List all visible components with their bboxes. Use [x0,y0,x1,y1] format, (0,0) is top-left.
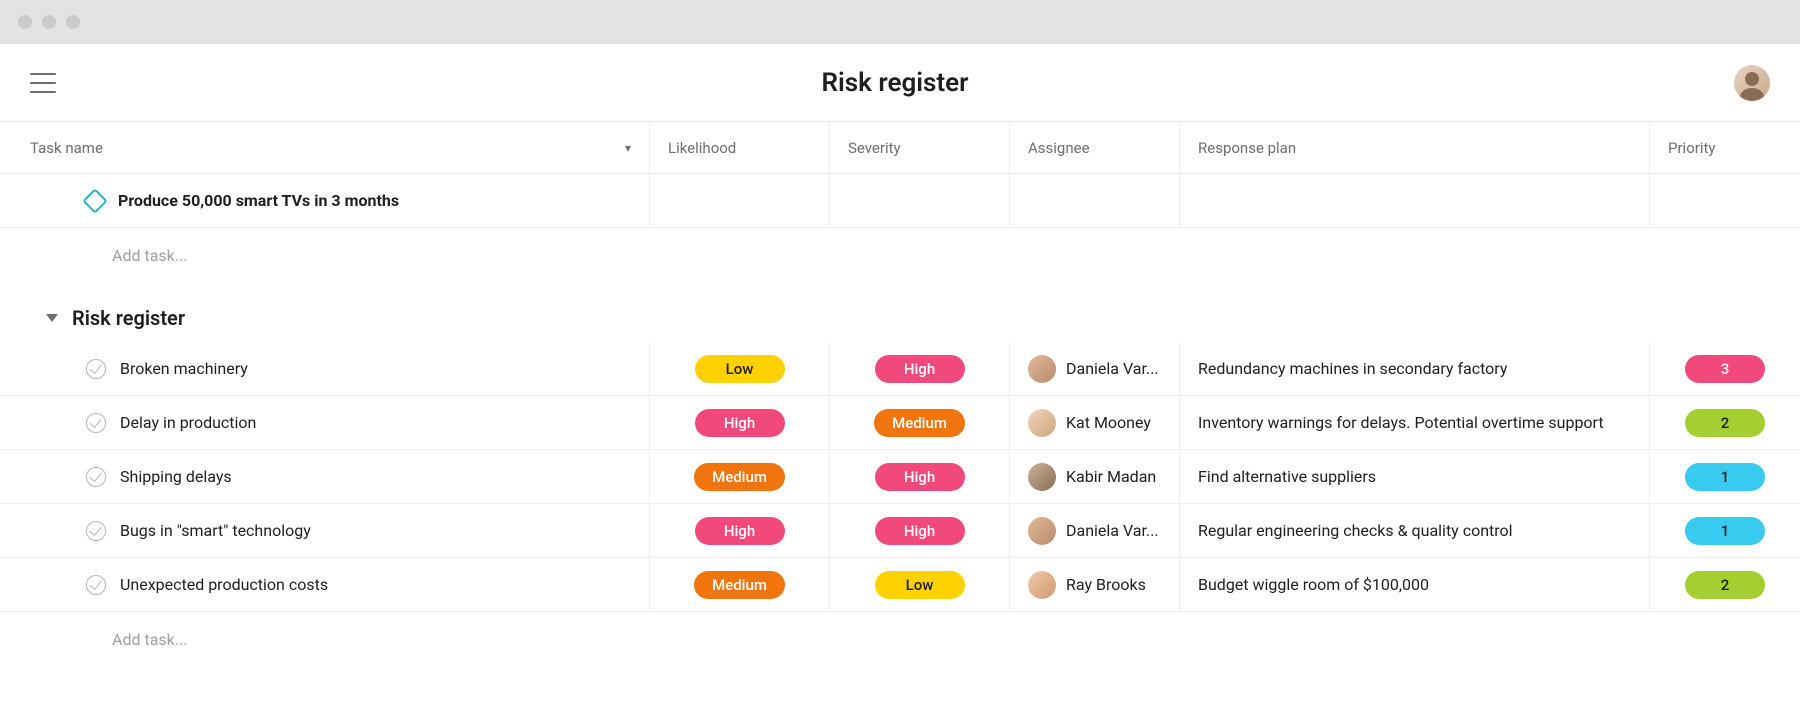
task-row[interactable]: Delay in production High Medium Kat Mooney I… [0,396,1800,450]
response-plan: Regular engineering checks & quality con… [1180,504,1650,557]
column-response-plan[interactable]: Response plan [1180,122,1650,173]
response-plan: Inventory warnings for delays. Potential… [1180,396,1650,449]
task-title: Delay in production [120,413,256,432]
severity-pill[interactable]: Medium [874,409,965,437]
menu-icon[interactable] [30,73,56,93]
column-assignee[interactable]: Assignee [1010,122,1180,173]
assignee-avatar[interactable] [1028,463,1056,491]
window-titlebar [0,0,1800,44]
task-row[interactable]: Bugs in "smart" technology High High Daniel… [0,504,1800,558]
response-plan: Budget wiggle room of $100,000 [1180,558,1650,611]
app-header: Risk register [0,44,1800,122]
task-title: Shipping delays [120,467,232,486]
chevron-down-icon[interactable]: ▾ [625,141,631,155]
column-task-name[interactable]: Task name ▾ [0,122,650,173]
column-severity[interactable]: Severity [830,122,1010,173]
collapse-icon[interactable] [46,314,58,322]
traffic-light-minimize[interactable] [42,15,56,29]
task-title: Broken machinery [120,359,248,378]
severity-pill[interactable]: High [875,355,965,383]
task-list: Broken machinery Low High Daniela Var... Red… [0,342,1800,612]
assignee-name: Ray Brooks [1066,575,1146,594]
complete-checkbox-icon[interactable] [86,575,106,595]
traffic-light-close[interactable] [18,15,32,29]
likelihood-pill[interactable]: High [695,409,785,437]
priority-pill[interactable]: 1 [1685,517,1765,545]
current-user-avatar[interactable] [1734,65,1770,101]
likelihood-pill[interactable]: Low [695,355,785,383]
assignee-name: Kat Mooney [1066,413,1151,432]
assignee-avatar[interactable] [1028,571,1056,599]
task-row[interactable]: Shipping delays Medium High Kabir Madan Find… [0,450,1800,504]
column-headers: Task name ▾ Likelihood Severity Assignee… [0,122,1800,174]
milestone-title: Produce 50,000 smart TVs in 3 months [118,191,399,210]
column-priority[interactable]: Priority [1650,122,1800,173]
assignee-avatar[interactable] [1028,409,1056,437]
assignee-name: Daniela Var... [1066,521,1159,540]
severity-pill[interactable]: High [875,517,965,545]
likelihood-pill[interactable]: Medium [694,571,785,599]
traffic-light-zoom[interactable] [66,15,80,29]
priority-pill[interactable]: 2 [1685,571,1765,599]
milestone-icon [82,188,107,213]
add-task-button[interactable]: Add task... [0,612,1800,666]
assignee-avatar[interactable] [1028,355,1056,383]
page-title: Risk register [56,68,1734,98]
task-row[interactable]: Broken machinery Low High Daniela Var... Red… [0,342,1800,396]
response-plan: Redundancy machines in secondary factory [1180,342,1650,395]
priority-pill[interactable]: 3 [1685,355,1765,383]
complete-checkbox-icon[interactable] [86,521,106,541]
severity-pill[interactable]: Low [875,571,965,599]
assignee-name: Daniela Var... [1066,359,1159,378]
section-header[interactable]: Risk register [0,282,1800,342]
assignee-name: Kabir Madan [1066,467,1156,486]
assignee-avatar[interactable] [1028,517,1056,545]
likelihood-pill[interactable]: High [695,517,785,545]
column-likelihood[interactable]: Likelihood [650,122,830,173]
section-title: Risk register [72,306,185,330]
priority-pill[interactable]: 2 [1685,409,1765,437]
complete-checkbox-icon[interactable] [86,359,106,379]
response-plan: Find alternative suppliers [1180,450,1650,503]
severity-pill[interactable]: High [875,463,965,491]
task-title: Bugs in "smart" technology [120,521,311,540]
milestone-row[interactable]: Produce 50,000 smart TVs in 3 months [0,174,1800,228]
complete-checkbox-icon[interactable] [86,467,106,487]
column-task-name-label: Task name [30,139,103,157]
priority-pill[interactable]: 1 [1685,463,1765,491]
task-title: Unexpected production costs [120,575,328,594]
add-task-button[interactable]: Add task... [0,228,1800,282]
likelihood-pill[interactable]: Medium [694,463,785,491]
task-row[interactable]: Unexpected production costs Medium Low Ray … [0,558,1800,612]
complete-checkbox-icon[interactable] [86,413,106,433]
